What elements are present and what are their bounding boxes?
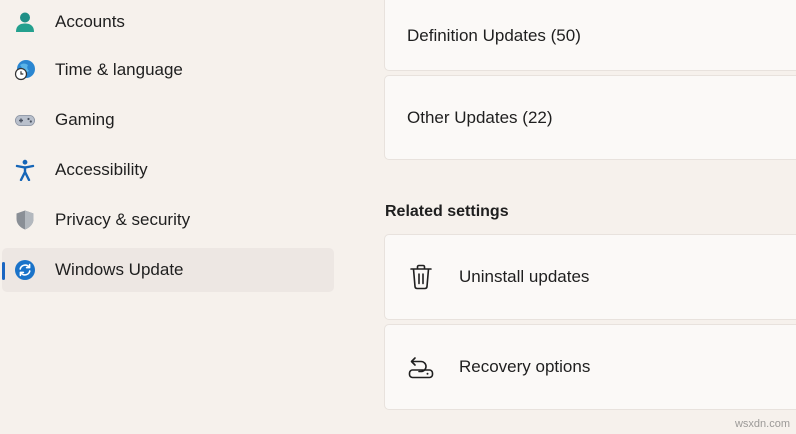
definition-updates-card[interactable]: Definition Updates (50) (384, 0, 796, 71)
uninstall-updates-label: Uninstall updates (459, 267, 590, 286)
other-updates-card[interactable]: Other Updates (22) (384, 75, 796, 160)
settings-window: Accounts Time & language Gaming Accessib… (0, 0, 796, 434)
sidebar-item-label: Gaming (55, 110, 115, 129)
globe-clock-icon (14, 59, 36, 81)
sidebar-item-label: Time & language (55, 60, 183, 79)
watermark-text: wsxdn.com (734, 418, 790, 430)
shield-icon (14, 209, 36, 231)
other-updates-label: Other Updates (22) (407, 107, 553, 127)
sidebar-item-label: Privacy & security (55, 210, 191, 229)
account-icon (14, 11, 36, 33)
related-settings-heading: Related settings (385, 203, 509, 220)
recovery-options-label: Recovery options (459, 357, 591, 376)
accessibility-icon (14, 159, 36, 181)
sidebar-item-label: Accessibility (55, 160, 148, 179)
sidebar-item-accounts[interactable]: Accounts (2, 0, 334, 44)
sidebar-item-accessibility[interactable]: Accessibility (2, 148, 334, 192)
recovery-icon (408, 354, 434, 380)
active-indicator (2, 262, 5, 280)
recovery-options-card[interactable]: Recovery options (384, 324, 796, 410)
sidebar-item-windows-update[interactable]: Windows Update (2, 248, 334, 292)
sidebar-item-time-language[interactable]: Time & language (2, 48, 334, 92)
sidebar-item-label: Accounts (55, 12, 125, 31)
sidebar-nav: Accounts Time & language Gaming Accessib… (0, 0, 340, 434)
sidebar-item-privacy-security[interactable]: Privacy & security (2, 198, 334, 242)
sidebar-item-gaming[interactable]: Gaming (2, 98, 334, 142)
sync-icon (14, 259, 36, 281)
definition-updates-label: Definition Updates (50) (407, 25, 581, 45)
uninstall-updates-card[interactable]: Uninstall updates (384, 234, 796, 320)
sidebar-item-label: Windows Update (55, 260, 184, 279)
main-content: Definition Updates (50) Other Updates (2… (384, 0, 796, 434)
gamepad-icon (14, 109, 36, 131)
trash-icon (408, 264, 434, 290)
